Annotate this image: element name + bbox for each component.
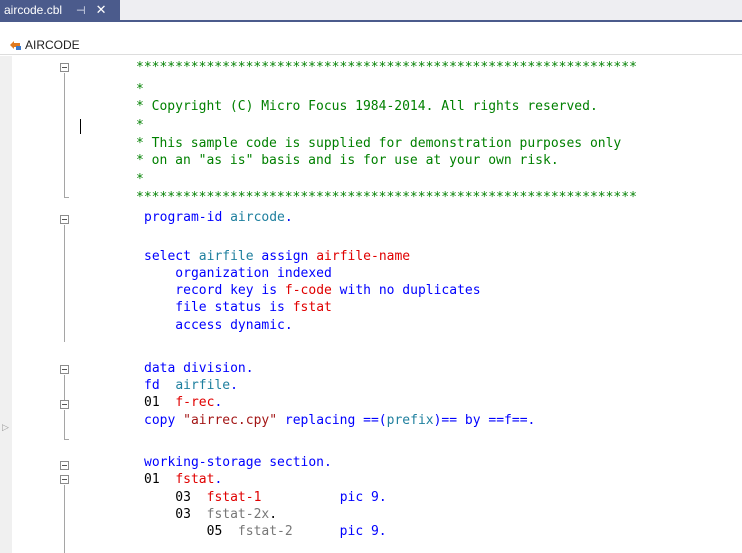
code-line: working-storage section. xyxy=(0,455,742,471)
comment-text: * Copyright (C) Micro Focus 1984-2014. A… xyxy=(136,99,598,114)
code-line: * xyxy=(0,118,742,134)
text-caret xyxy=(80,119,81,134)
code-line: 01 f-rec. xyxy=(0,395,742,411)
code-line: ****************************************… xyxy=(0,60,742,76)
variable: airfile-name xyxy=(316,249,411,264)
keyword: replacing ==( xyxy=(277,413,387,428)
punctuation: . xyxy=(214,472,223,487)
code-line: file status is fstat xyxy=(0,300,742,316)
keyword: data division. xyxy=(144,361,254,376)
keyword: working-storage section. xyxy=(144,455,332,470)
code-line: fd airfile. xyxy=(0,378,742,394)
variable: fstat-2x xyxy=(206,507,270,522)
fold-end xyxy=(64,439,69,440)
keyword: access dynamic. xyxy=(144,318,293,333)
variable: fstat xyxy=(292,300,332,315)
code-line: * on an "as is" basis and is for use at … xyxy=(0,153,742,169)
code-line: data division. xyxy=(0,361,742,377)
code-editor[interactable]: ▷ **************************************… xyxy=(0,56,742,553)
punctuation: . xyxy=(230,378,238,393)
comment-text: * on an "as is" basis and is for use at … xyxy=(136,153,559,168)
punctuation: . xyxy=(214,395,223,410)
code-line: record key is f-code with no duplicates xyxy=(0,283,742,299)
identifier: airfile xyxy=(175,378,231,393)
code-line: access dynamic. xyxy=(0,318,742,334)
keyword: pic 9. xyxy=(292,524,387,539)
level-number: 01 xyxy=(144,472,176,487)
keyword: pic 9. xyxy=(261,490,387,505)
code-line: copy "airrec.cpy" replacing ==(prefix)==… xyxy=(0,413,742,429)
identifier: airfile xyxy=(198,249,254,264)
code-line: ****************************************… xyxy=(0,190,742,206)
code-line: * xyxy=(0,82,742,98)
document-tab-strip: aircode.cbl ⊣ ✕ xyxy=(0,0,742,20)
level-number: 03 xyxy=(144,490,207,505)
keyword: organization indexed xyxy=(144,266,332,281)
level-number: 05 xyxy=(144,524,238,539)
keyword: program-id xyxy=(144,210,231,225)
level-number: 03 xyxy=(144,507,207,522)
variable: fstat xyxy=(175,472,215,487)
identifier: prefix xyxy=(386,413,434,428)
code-line: * xyxy=(0,172,742,188)
code-line: * Copyright (C) Micro Focus 1984-2014. A… xyxy=(0,99,742,115)
comment-text: * xyxy=(136,82,144,97)
keyword: copy xyxy=(144,413,184,428)
program-icon xyxy=(10,41,21,50)
punctuation: . xyxy=(284,210,293,225)
close-icon[interactable]: ✕ xyxy=(96,2,107,18)
keyword: fd xyxy=(144,378,176,393)
variable: fstat-2 xyxy=(237,524,293,539)
code-line: 01 fstat. xyxy=(0,472,742,488)
comment-text: ****************************************… xyxy=(136,60,637,75)
tab-title: aircode.cbl xyxy=(4,3,63,17)
punctuation: . xyxy=(269,507,278,522)
code-line: 05 fstat-2 pic 9. xyxy=(0,524,742,540)
keyword: assign xyxy=(253,249,317,264)
program-name: AIRCODE xyxy=(25,38,80,52)
comment-text: ****************************************… xyxy=(136,190,637,205)
comment-text: * xyxy=(136,118,144,133)
program-dropdown[interactable]: AIRCODE xyxy=(8,38,80,52)
keyword: )== by ==f==. xyxy=(433,413,536,428)
variable: fstat-1 xyxy=(206,490,262,505)
tab-aircode[interactable]: aircode.cbl ⊣ ✕ xyxy=(0,0,120,20)
variable: f-code xyxy=(284,283,332,298)
comment-text: * xyxy=(136,172,144,187)
code-line: 03 fstat-1 pic 9. xyxy=(0,490,742,506)
navigation-bar: AIRCODE xyxy=(0,22,742,55)
code-line: organization indexed xyxy=(0,266,742,282)
code-line: select airfile assign airfile-name xyxy=(0,249,742,265)
comment-text: * This sample code is supplied for demon… xyxy=(136,136,622,151)
code-line: 03 fstat-2x. xyxy=(0,507,742,523)
code-line: program-id aircode. xyxy=(0,210,742,226)
keyword: with no duplicates xyxy=(331,283,481,298)
variable: f-rec xyxy=(175,395,215,410)
pin-icon[interactable]: ⊣ xyxy=(76,4,86,17)
string-literal: "airrec.cpy" xyxy=(183,413,278,428)
identifier: aircode xyxy=(230,210,285,225)
keyword: file status is xyxy=(144,300,293,315)
keyword: record key is xyxy=(144,283,285,298)
keyword: select xyxy=(144,249,199,264)
code-line: * This sample code is supplied for demon… xyxy=(0,136,742,152)
level-number: 01 xyxy=(144,395,176,410)
